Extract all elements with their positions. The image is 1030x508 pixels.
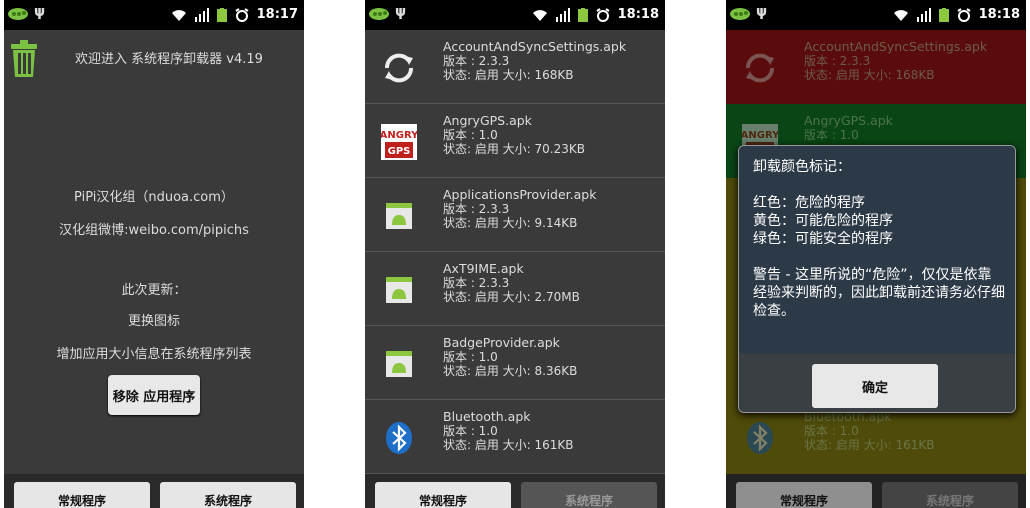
welcome-text: 欢迎进入 系统程序卸载器 v4.19 (75, 52, 263, 67)
tab-normal-apps[interactable]: 常规程序 (14, 482, 150, 508)
welcome-content: 欢迎进入 系统程序卸载器 v4.19 PiPi汉化组（nduoa.com） 汉化… (4, 30, 304, 475)
app-version: 版本 : 2.3.3 (443, 54, 510, 68)
legend-red: 红色：危险的程序 (753, 195, 865, 211)
tab-system-apps[interactable]: 系统程序 (521, 482, 657, 508)
app-version: 版本 : 1.0 (443, 424, 498, 438)
list-item[interactable]: ANGRY GPS AngryGPS.apk 版本 : 1.0 状态: 启用 大小: … (365, 104, 665, 178)
tab-normal-apps[interactable]: 常规程序 (736, 482, 872, 508)
app-version: 版本 : 1.0 (443, 128, 498, 142)
bottom-tab-bar: 常规程序 系统程序 (726, 474, 1026, 508)
tab-system-apps[interactable]: 系统程序 (882, 482, 1018, 508)
color-legend-dialog: 卸载颜色标记： 红色：危险的程序 黄色：可能危险的程序 绿色：可能安全的程序 警… (738, 145, 1016, 413)
app-name: ApplicationsProvider.apk (443, 187, 597, 202)
status-bar: ψ 18:18 (726, 0, 1026, 30)
app-version: 版本 : 2.3.3 (443, 276, 510, 290)
status-time: 18:17 (256, 7, 298, 22)
app-status: 状态: 启用 大小: 168KB (443, 68, 574, 82)
signal-icon (194, 7, 209, 22)
battery-icon (216, 7, 227, 22)
status-bar: ψ 18:17 (4, 0, 304, 30)
status-time: 18:18 (617, 7, 659, 22)
legend-yellow: 黄色：可能危险的程序 (753, 213, 893, 229)
list-item[interactable]: AccountAndSyncSettings.apk 版本 : 2.3.3 状态: … (365, 30, 665, 104)
signal-icon (916, 7, 931, 22)
phone-screen-app-list: ψ 18:18 AccountAndSyncSettings.apk 版本 : 2… (365, 0, 665, 508)
app-name: Bluetooth.apk (443, 409, 531, 424)
app-status: 状态: 启用 大小: 9.14KB (443, 216, 578, 230)
usb-icon: ψ (395, 4, 407, 20)
list-item[interactable]: BadgeProvider.apk 版本 : 1.0 状态: 启用 大小: 8.36… (365, 326, 665, 400)
bottom-tab-bar: 常规程序 系统程序 (4, 474, 304, 508)
update-item: 增加应用大小信息在系统程序列表 (56, 347, 252, 362)
alarm-icon (596, 7, 610, 22)
app-status: 状态: 启用 大小: 70.23KB (443, 142, 585, 156)
list-item[interactable]: ApplicationsProvider.apk 版本 : 2.3.3 状态: 启用… (365, 178, 665, 252)
android-icon (386, 277, 412, 303)
app-notification-icon (369, 8, 389, 20)
app-version: 版本 : 2.3.3 (443, 202, 510, 216)
wifi-icon (532, 9, 547, 21)
android-icon (386, 203, 412, 229)
credit-line: PiPi汉化组（nduoa.com） (74, 190, 234, 205)
signal-icon (555, 7, 570, 22)
phone-screen-color-legend: ψ 18:18 AccountAndSyncSettings.apk 版本 : 2… (726, 0, 1026, 508)
app-name: BadgeProvider.apk (443, 335, 560, 350)
app-status: 状态: 启用 大小: 8.36KB (443, 364, 578, 378)
dialog-footer: 确定 (739, 354, 1015, 412)
battery-icon (938, 7, 949, 22)
app-status: 状态: 启用 大小: 2.70MB (443, 290, 580, 304)
list-item[interactable]: Bluetooth.apk 版本 : 1.0 状态: 启用 大小: 161KB (365, 400, 665, 474)
tab-normal-apps[interactable]: 常规程序 (375, 482, 511, 508)
usb-icon: ψ (756, 4, 768, 20)
battery-icon (577, 7, 588, 22)
bottom-tab-bar: 常规程序 系统程序 (365, 474, 665, 508)
android-icon (386, 351, 412, 377)
app-list: AccountAndSyncSettings.apk 版本 : 2.3.3 状态: … (365, 30, 665, 474)
phone-screen-welcome: ψ 18:17 欢迎进入 系统程序卸载器 v4.19 PiPi汉化组（nduoa… (4, 0, 304, 508)
app-name: AxT9IME.apk (443, 261, 524, 276)
status-time: 18:18 (978, 7, 1020, 22)
legend-green: 绿色：可能安全的程序 (753, 231, 893, 247)
remove-apps-button[interactable]: 移除 应用程序 (108, 375, 200, 415)
dialog-title: 卸载颜色标记： (753, 159, 851, 175)
bluetooth-icon (386, 422, 412, 454)
status-bar: ψ 18:18 (365, 0, 665, 30)
app-name: AngryGPS.apk (443, 113, 532, 128)
wifi-icon (171, 9, 186, 21)
app-notification-icon (730, 8, 750, 20)
weibo-line: 汉化组微博:weibo.com/pipichs (59, 223, 249, 238)
sync-icon (384, 53, 414, 83)
alarm-icon (235, 7, 249, 22)
angry-gps-icon: ANGRY GPS (381, 124, 417, 160)
alarm-icon (957, 7, 971, 22)
app-status: 状态: 启用 大小: 161KB (443, 438, 574, 452)
ok-button[interactable]: 确定 (812, 364, 938, 408)
list-item[interactable]: AxT9IME.apk 版本 : 2.3.3 状态: 启用 大小: 2.70MB (365, 252, 665, 326)
wifi-icon (893, 9, 908, 21)
tab-system-apps[interactable]: 系统程序 (160, 482, 296, 508)
app-version: 版本 : 1.0 (443, 350, 498, 364)
update-item: 更换图标 (127, 314, 180, 329)
usb-icon: ψ (34, 4, 46, 20)
app-notification-icon (8, 8, 28, 20)
app-name: AccountAndSyncSettings.apk (443, 39, 627, 54)
svg-text:ANGRY: ANGRY (381, 130, 417, 141)
dialog-body: 卸载颜色标记： 红色：危险的程序 黄色：可能危险的程序 绿色：可能安全的程序 警… (739, 146, 1015, 354)
update-heading: 此次更新： (121, 283, 187, 298)
svg-text:GPS: GPS (388, 146, 411, 157)
dialog-warning: 警告 - 这里所说的“危险”，仅仅是依靠经验来判断的，因此卸载前还请务必仔细检查… (753, 267, 1005, 319)
